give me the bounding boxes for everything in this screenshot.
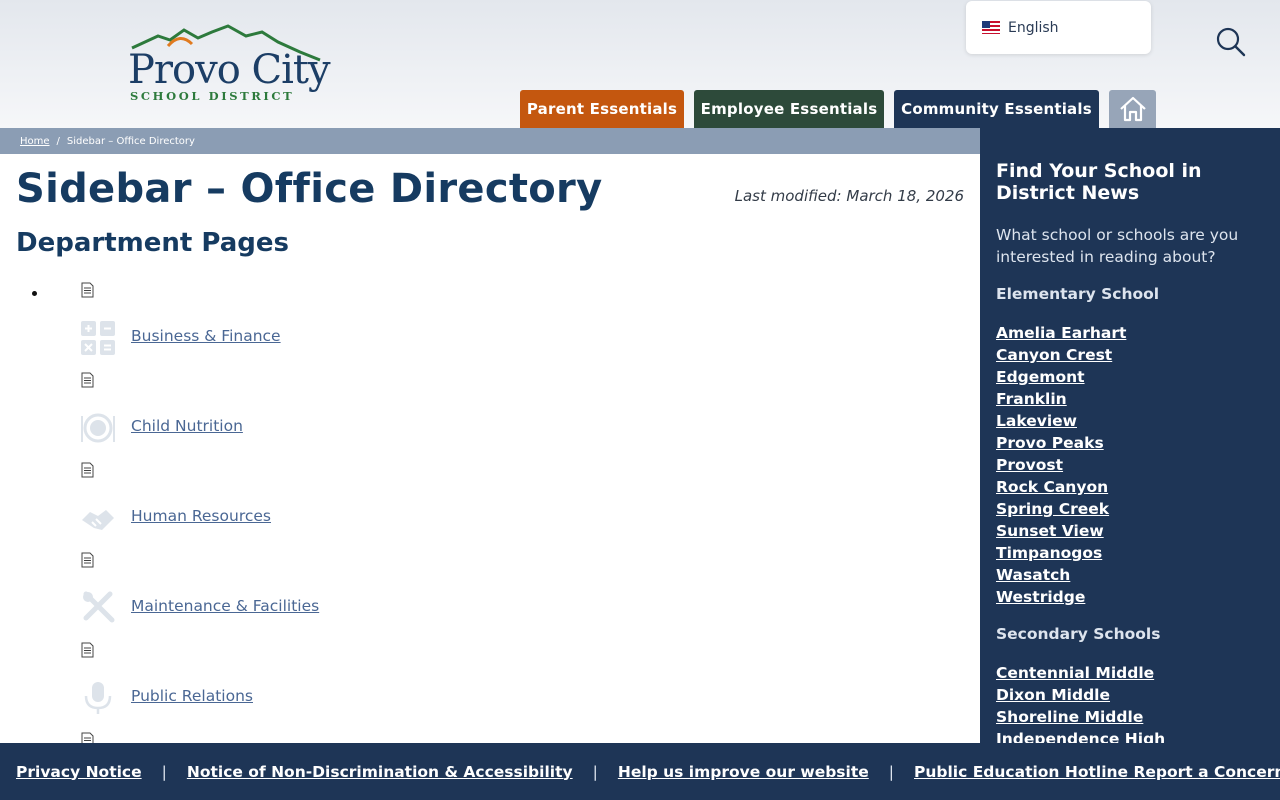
search-icon bbox=[1216, 27, 1246, 57]
school-link-westridge[interactable]: Westridge bbox=[996, 588, 1085, 606]
logo-subtext: SCHOOL DISTRICT bbox=[130, 89, 295, 103]
page-title: Sidebar – Office Directory bbox=[16, 166, 603, 212]
list-item: Centennial Middle bbox=[996, 662, 1264, 684]
home-button[interactable] bbox=[1109, 90, 1156, 128]
school-link-centennial-middle[interactable]: Centennial Middle bbox=[996, 664, 1154, 682]
site-footer: Privacy Notice | Notice of Non-Discrimin… bbox=[0, 743, 1280, 800]
school-link-edgemont[interactable]: Edgemont bbox=[996, 368, 1085, 386]
document-icon bbox=[81, 642, 94, 658]
tab-employee-essentials[interactable]: Employee Essentials bbox=[694, 90, 884, 128]
list-item: Provost bbox=[996, 454, 1264, 476]
elementary-school-list: Amelia Earhart Canyon Crest Edgemont Fra… bbox=[996, 322, 1264, 608]
school-link-spring-creek[interactable]: Spring Creek bbox=[996, 500, 1109, 518]
school-link-provost[interactable]: Provost bbox=[996, 456, 1063, 474]
list-item: Independence High bbox=[996, 728, 1264, 743]
department-link-maintenance-facilities[interactable]: Maintenance & Facilities bbox=[131, 597, 319, 615]
section-title: Department Pages bbox=[16, 228, 289, 258]
language-label: English bbox=[1008, 19, 1059, 36]
handshake-icon bbox=[82, 510, 114, 530]
sidebar-group-heading: Secondary Schools bbox=[996, 625, 1161, 643]
list-item: Timpanogos bbox=[996, 542, 1264, 564]
district-logo[interactable]: Provo City SCHOOL DISTRICT bbox=[128, 22, 331, 104]
school-news-sidebar: Find Your School in District News What s… bbox=[980, 128, 1280, 743]
tools-icon bbox=[83, 591, 115, 623]
tab-parent-essentials[interactable]: Parent Essentials bbox=[520, 90, 684, 128]
school-link-franklin[interactable]: Franklin bbox=[996, 390, 1067, 408]
list-item: Edgemont bbox=[996, 366, 1264, 388]
calculator-icon bbox=[81, 321, 115, 355]
school-link-shoreline-middle[interactable]: Shoreline Middle bbox=[996, 708, 1143, 726]
list-item: Rock Canyon bbox=[996, 476, 1264, 498]
list-item: Franklin bbox=[996, 388, 1264, 410]
list-item: Spring Creek bbox=[996, 498, 1264, 520]
breadcrumb-home-link[interactable]: Home bbox=[20, 136, 50, 147]
footer-link-privacy-notice[interactable]: Privacy Notice bbox=[16, 763, 142, 781]
document-icon bbox=[81, 462, 94, 478]
school-link-dixon-middle[interactable]: Dixon Middle bbox=[996, 686, 1110, 704]
footer-separator: | bbox=[592, 762, 598, 781]
footer-separator: | bbox=[888, 762, 894, 781]
plate-icon bbox=[81, 413, 115, 443]
secondary-school-list: Centennial Middle Dixon Middle Shoreline… bbox=[996, 662, 1264, 743]
school-link-wasatch[interactable]: Wasatch bbox=[996, 566, 1070, 584]
document-icon bbox=[81, 372, 94, 388]
school-link-provo-peaks[interactable]: Provo Peaks bbox=[996, 434, 1104, 452]
sidebar-group-heading: Elementary School bbox=[996, 285, 1160, 303]
breadcrumb-separator: / bbox=[56, 135, 60, 147]
us-flag-icon bbox=[982, 21, 1000, 34]
department-link-business-finance[interactable]: Business & Finance bbox=[131, 327, 281, 345]
list-item: Shoreline Middle bbox=[996, 706, 1264, 728]
school-link-timpanogos[interactable]: Timpanogos bbox=[996, 544, 1102, 562]
list-item: Amelia Earhart bbox=[996, 322, 1264, 344]
footer-separator: | bbox=[161, 762, 167, 781]
last-modified: Last modified: March 18, 2026 bbox=[734, 187, 964, 205]
school-link-rock-canyon[interactable]: Rock Canyon bbox=[996, 478, 1108, 496]
school-link-independence-high[interactable]: Independence High bbox=[996, 730, 1165, 743]
department-link-public-relations[interactable]: Public Relations bbox=[131, 687, 253, 705]
logo-text: Provo City bbox=[128, 47, 331, 93]
list-item: Westridge bbox=[996, 586, 1264, 608]
list-item: Provo Peaks bbox=[996, 432, 1264, 454]
list-item: Sunset View bbox=[996, 520, 1264, 542]
sidebar-description: What school or schools are you intereste… bbox=[996, 226, 1239, 266]
school-link-amelia-earhart[interactable]: Amelia Earhart bbox=[996, 324, 1126, 342]
footer-link-non-discrimination[interactable]: Notice of Non-Discrimination & Accessibi… bbox=[187, 763, 573, 781]
list-item: Dixon Middle bbox=[996, 684, 1264, 706]
search-button[interactable] bbox=[1214, 25, 1248, 59]
language-selector[interactable]: English bbox=[966, 1, 1151, 54]
document-icon bbox=[81, 552, 94, 568]
document-icon bbox=[81, 282, 94, 298]
footer-link-hotline-report[interactable]: Public Education Hotline Report a Concer… bbox=[914, 763, 1280, 781]
list-bullet bbox=[32, 291, 37, 296]
department-link-human-resources[interactable]: Human Resources bbox=[131, 507, 271, 525]
microphone-icon bbox=[84, 682, 112, 714]
list-item: Canyon Crest bbox=[996, 344, 1264, 366]
sidebar-title: Find Your School in District News bbox=[996, 160, 1202, 204]
tab-community-essentials[interactable]: Community Essentials bbox=[894, 90, 1099, 128]
footer-link-improve-website[interactable]: Help us improve our website bbox=[618, 763, 869, 781]
school-link-canyon-crest[interactable]: Canyon Crest bbox=[996, 346, 1112, 364]
department-link-child-nutrition[interactable]: Child Nutrition bbox=[131, 417, 243, 435]
breadcrumb-current: Sidebar – Office Directory bbox=[66, 135, 195, 147]
breadcrumb: Home / Sidebar – Office Directory bbox=[0, 128, 980, 154]
list-item: Wasatch bbox=[996, 564, 1264, 586]
school-link-sunset-view[interactable]: Sunset View bbox=[996, 522, 1104, 540]
list-item: Lakeview bbox=[996, 410, 1264, 432]
school-link-lakeview[interactable]: Lakeview bbox=[996, 412, 1077, 430]
home-icon bbox=[1119, 96, 1146, 122]
